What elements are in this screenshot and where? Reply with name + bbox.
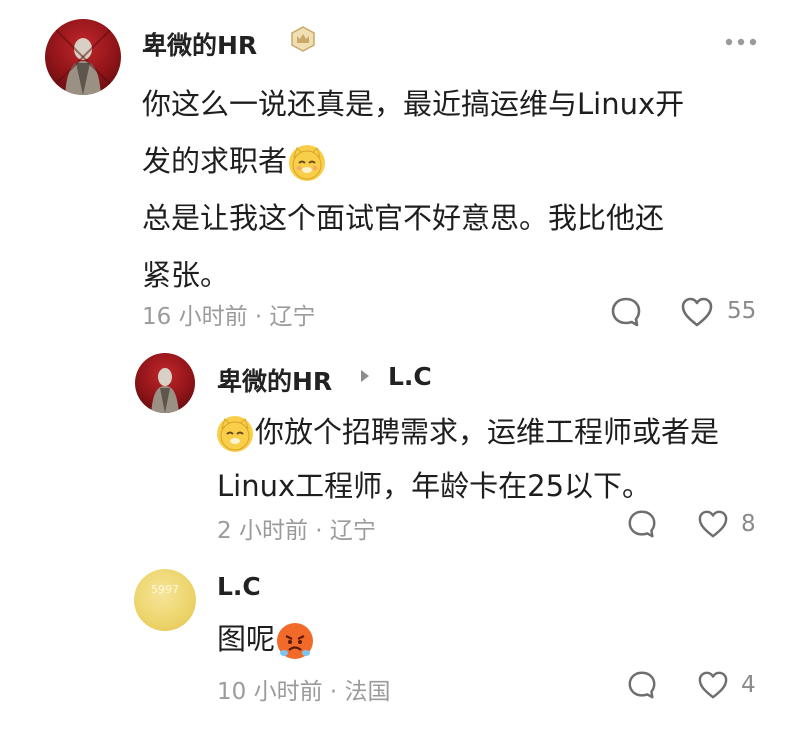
comment-line: 发的求职者 <box>142 133 782 190</box>
reply-username[interactable]: 卑微的HR <box>217 362 332 398</box>
crown-badge-icon <box>289 25 317 57</box>
comment-line: 总是让我这个面试官不好意思。我比他还 <box>142 201 665 235</box>
like-count: 4 <box>741 672 756 698</box>
comment-bubble-icon[interactable] <box>626 508 658 544</box>
comment-username[interactable]: 卑微的HR <box>142 26 257 62</box>
heart-icon[interactable] <box>680 296 714 332</box>
comment-line: 你这么一说还真是，最近搞运维与Linux开 <box>142 87 685 121</box>
reply-to-username[interactable]: L.C <box>388 362 432 391</box>
reply-arrow-icon <box>361 370 369 382</box>
like-count: 55 <box>727 298 757 324</box>
cat-emoji-icon <box>289 145 326 181</box>
like-count: 8 <box>741 511 756 537</box>
heart-icon[interactable] <box>697 670 729 704</box>
avatar[interactable] <box>135 353 195 413</box>
reply-body: 图呢 <box>217 612 315 666</box>
avatar-figure <box>52 26 114 95</box>
comment-meta: 16 小时前 · 辽宁 <box>142 304 316 330</box>
avatar-text: 5997 <box>151 583 179 596</box>
reply-meta: 10 小时前 · 法国 <box>217 679 391 705</box>
more-dots-icon[interactable] <box>724 24 758 54</box>
heart-icon[interactable] <box>697 509 729 543</box>
avatar[interactable] <box>45 19 121 95</box>
reply-line: Linux工程师，年龄卡在25以下。 <box>217 469 652 503</box>
cat-emoji-icon <box>217 416 253 452</box>
comment-bubble-icon[interactable] <box>609 295 643 333</box>
comment-bubble-icon[interactable] <box>626 669 658 705</box>
reply-body: 你放个招聘需求，运维工程师或者是 Linux工程师，年龄卡在25以下。 <box>217 405 777 513</box>
avatar[interactable]: 5997 <box>134 569 196 631</box>
comment-body: 你这么一说还真是，最近搞运维与Linux开 发的求职者 总是让我这个面试官不好意… <box>142 76 782 304</box>
reply-meta: 2 小时前 · 辽宁 <box>217 518 376 544</box>
reply-line: 你放个招聘需求，运维工程师或者是 <box>217 405 777 459</box>
angry-emoji-icon <box>277 623 314 659</box>
avatar-figure <box>151 368 179 413</box>
reply-username[interactable]: L.C <box>217 572 261 601</box>
